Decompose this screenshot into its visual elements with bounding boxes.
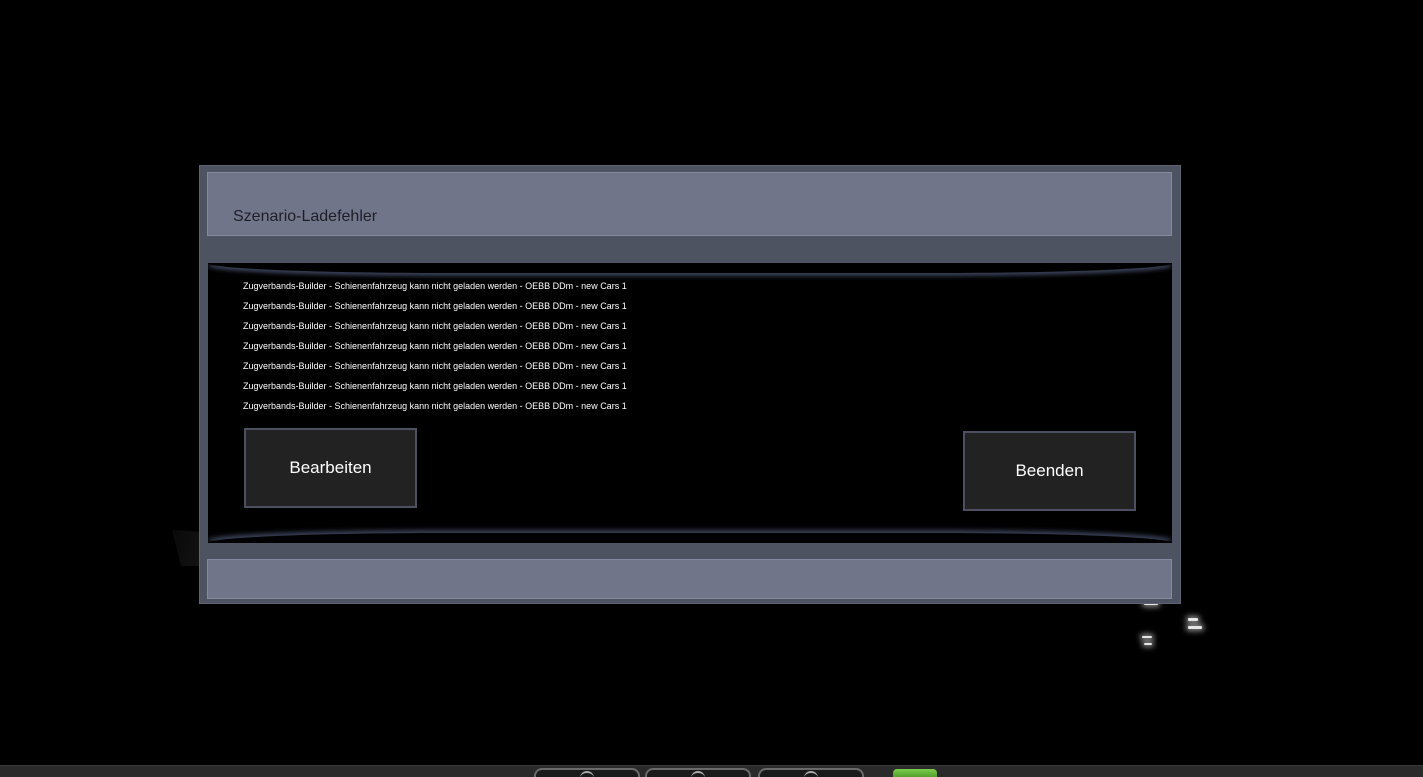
- error-list-item: Zugverbands-Builder - Schienenfahrzeug k…: [243, 321, 627, 331]
- green-status-icon[interactable]: [893, 769, 937, 777]
- panel-edge-bottom: [208, 533, 1172, 543]
- error-list-item: Zugverbands-Builder - Schienenfahrzeug k…: [243, 341, 627, 351]
- light-dot: [1142, 636, 1152, 638]
- error-list-item: Zugverbands-Builder - Schienenfahrzeug k…: [243, 301, 627, 311]
- light-dot: [1144, 643, 1152, 645]
- taskbar-button-1[interactable]: [534, 768, 640, 777]
- taskbar-glyph-icon: [580, 771, 594, 777]
- taskbar-glyph-icon: [691, 771, 705, 777]
- dialog-title-bar: Szenario-Ladefehler: [207, 172, 1172, 236]
- error-content-panel: Zugverbands-Builder - Schienenfahrzeug k…: [208, 263, 1172, 543]
- error-list-item: Zugverbands-Builder - Schienenfahrzeug k…: [243, 361, 627, 371]
- game-screen: Szenario-Ladefehler Zugverbands-Builder …: [0, 0, 1423, 777]
- light-dot: [1188, 618, 1198, 621]
- taskbar: [0, 765, 1423, 777]
- error-list-item: Zugverbands-Builder - Schienenfahrzeug k…: [243, 281, 627, 291]
- scenario-load-error-dialog: Szenario-Ladefehler Zugverbands-Builder …: [199, 165, 1181, 604]
- error-list: Zugverbands-Builder - Schienenfahrzeug k…: [243, 281, 627, 421]
- light-dot: [1188, 626, 1202, 629]
- dialog-title: Szenario-Ladefehler: [233, 208, 378, 225]
- quit-button[interactable]: Beenden: [963, 431, 1136, 511]
- edit-button[interactable]: Bearbeiten: [244, 428, 417, 508]
- taskbar-glyph-icon: [804, 771, 818, 777]
- dialog-footer-bar: [207, 559, 1172, 599]
- taskbar-button-2[interactable]: [645, 768, 751, 777]
- edit-button-label: Bearbeiten: [289, 458, 372, 477]
- background-lights: [1130, 596, 1220, 656]
- error-list-item: Zugverbands-Builder - Schienenfahrzeug k…: [243, 401, 627, 411]
- panel-edge-top: [208, 263, 1172, 273]
- error-list-item: Zugverbands-Builder - Schienenfahrzeug k…: [243, 381, 627, 391]
- taskbar-button-3[interactable]: [758, 768, 864, 777]
- quit-button-label: Beenden: [1015, 461, 1084, 480]
